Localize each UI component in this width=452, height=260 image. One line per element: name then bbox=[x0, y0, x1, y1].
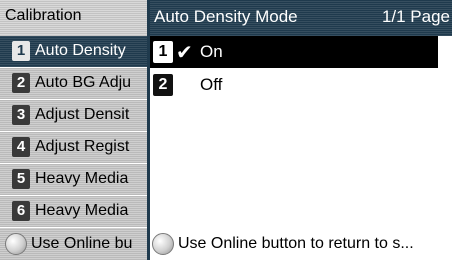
menu-item-label: Adjust Densit bbox=[35, 106, 130, 123]
option-number: 2 bbox=[153, 74, 173, 96]
menu-item-label: Auto Density bbox=[35, 42, 126, 59]
pane-title: Auto Density Mode bbox=[154, 7, 298, 26]
calibration-menu-title: Calibration bbox=[5, 7, 82, 24]
auto-density-mode-header: Auto Density Mode 1/1 Page bbox=[150, 0, 452, 36]
right-footer-hint: Use Online button to return to s... bbox=[150, 228, 452, 260]
menu-item-auto-density[interactable]: 1 Auto Density bbox=[0, 36, 147, 67]
menu-item-adjust-density[interactable]: 3 Adjust Densit bbox=[0, 100, 147, 131]
left-footer-label: Use Online bu bbox=[31, 235, 133, 252]
menu-item-label: Adjust Regist bbox=[35, 138, 130, 155]
menu-item-heavy-media-2[interactable]: 6 Heavy Media bbox=[0, 196, 147, 227]
menu-item-number: 3 bbox=[12, 105, 30, 125]
menu-item-number: 1 bbox=[12, 41, 30, 61]
online-button-icon bbox=[152, 233, 174, 255]
online-button-icon bbox=[5, 233, 27, 255]
check-icon: ✔ bbox=[176, 42, 193, 64]
auto-density-mode-pane: Auto Density Mode 1/1 Page 1 ✔ On 2 Off … bbox=[150, 0, 452, 260]
menu-item-adjust-registration[interactable]: 4 Adjust Regist bbox=[0, 132, 147, 163]
menu-item-number: 4 bbox=[12, 137, 30, 157]
menu-item-label: Auto BG Adju bbox=[35, 74, 132, 91]
left-footer-hint: Use Online bu bbox=[0, 228, 147, 260]
menu-item-number: 5 bbox=[12, 169, 30, 189]
calibration-menu-header: Calibration bbox=[0, 0, 147, 36]
option-number: 1 bbox=[153, 41, 173, 63]
menu-item-heavy-media-1[interactable]: 5 Heavy Media bbox=[0, 164, 147, 195]
option-label: Off bbox=[200, 75, 223, 94]
calibration-menu-pane: Calibration 1 Auto Density 2 Auto BG Adj… bbox=[0, 0, 147, 260]
menu-item-number: 6 bbox=[12, 201, 30, 221]
page-indicator: 1/1 Page bbox=[381, 7, 450, 26]
menu-item-label: Heavy Media bbox=[35, 202, 129, 219]
right-footer-label: Use Online button to return to s... bbox=[178, 235, 414, 252]
option-on[interactable]: 1 ✔ On bbox=[150, 36, 438, 68]
menu-item-label: Heavy Media bbox=[35, 170, 129, 187]
option-label: On bbox=[200, 42, 223, 61]
option-off[interactable]: 2 Off bbox=[150, 69, 438, 101]
menu-item-number: 2 bbox=[12, 73, 30, 93]
menu-item-auto-bg-adjust[interactable]: 2 Auto BG Adju bbox=[0, 68, 147, 99]
